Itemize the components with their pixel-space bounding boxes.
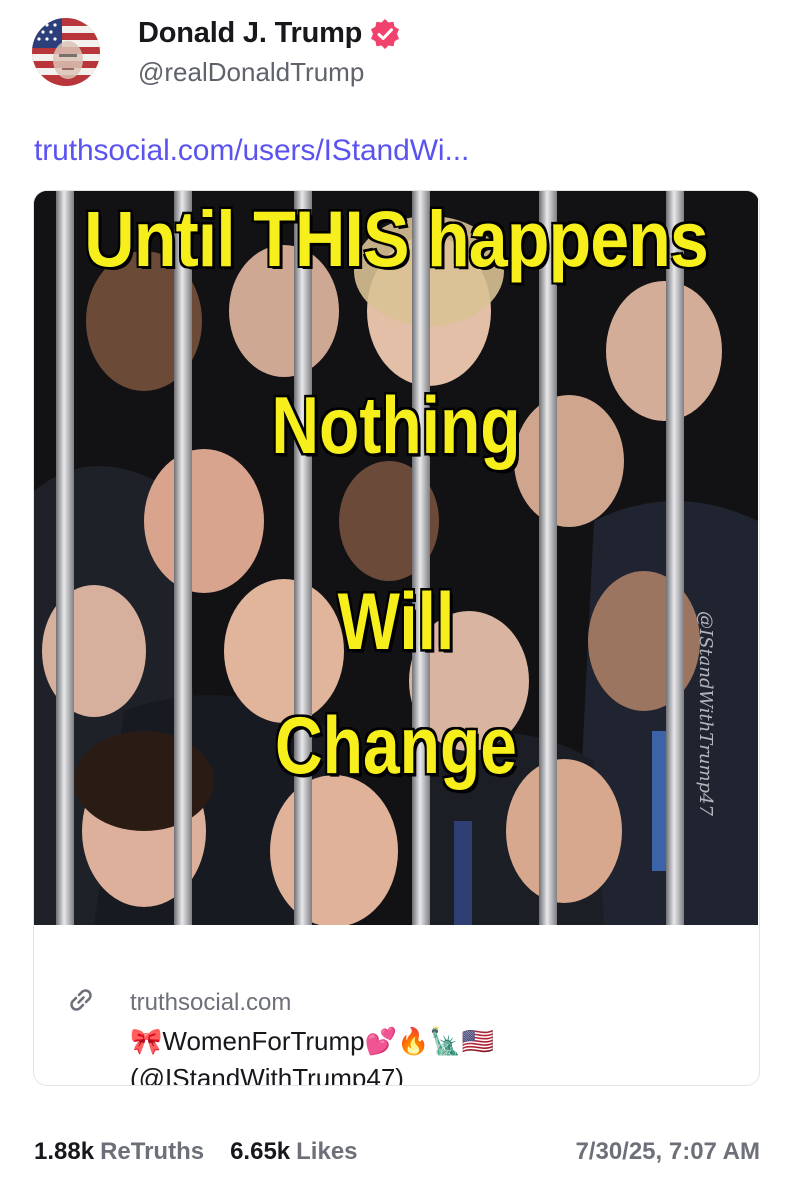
image-watermark: @IStandWithTrump47 xyxy=(695,611,716,816)
post-stats: 1.88k ReTruths 6.65k Likes 7/30/25, 7:07 A… xyxy=(34,1138,760,1166)
card-title-line-1: 🎀WomenForTrump💕🔥🗽🇺🇸 xyxy=(130,1026,495,1056)
meme-line-1: Until THIS happens xyxy=(84,195,709,283)
meme-line-4: Change xyxy=(274,699,518,791)
post-link[interactable]: truthsocial.com/users/IStandWi... xyxy=(34,134,469,168)
card-title-line-2: (@IStandWithTrump47) xyxy=(130,1063,404,1086)
card-title: 🎀WomenForTrump💕🔥🗽🇺🇸 (@IStandWithTrump47) xyxy=(130,1023,730,1086)
display-name[interactable]: Donald J. Trump xyxy=(138,17,362,50)
retruths-count: 1.88k xyxy=(34,1138,95,1165)
likes-stat[interactable]: 6.65k Likes xyxy=(230,1138,357,1166)
card-domain: truthsocial.com xyxy=(130,989,292,1016)
link-preview-card[interactable]: Until THIS happens Nothing Will Change @… xyxy=(33,190,760,1086)
meme-image: Until THIS happens Nothing Will Change @… xyxy=(34,191,758,925)
verified-badge-icon xyxy=(371,18,400,49)
faces-behind-bars-illustration xyxy=(34,191,758,925)
retruths-stat[interactable]: 1.88k ReTruths xyxy=(34,1138,204,1166)
meme-line-2: Nothing xyxy=(271,379,521,471)
likes-count: 6.65k xyxy=(230,1138,291,1165)
link-card-meta: truthsocial.com 🎀WomenForTrump💕🔥🗽🇺🇸 (@IS… xyxy=(34,925,759,1085)
flag-portrait-icon xyxy=(32,18,100,86)
retruths-label: ReTruths xyxy=(100,1138,205,1165)
post-header: Donald J. Trump @realDonaldTrump xyxy=(32,10,402,94)
link-icon xyxy=(70,989,92,1011)
user-handle[interactable]: @realDonaldTrump xyxy=(138,57,402,88)
post-timestamp: 7/30/25, 7:07 AM xyxy=(575,1138,760,1165)
avatar[interactable] xyxy=(32,18,100,86)
likes-label: Likes xyxy=(296,1138,358,1165)
meme-line-3: Will xyxy=(337,575,455,667)
